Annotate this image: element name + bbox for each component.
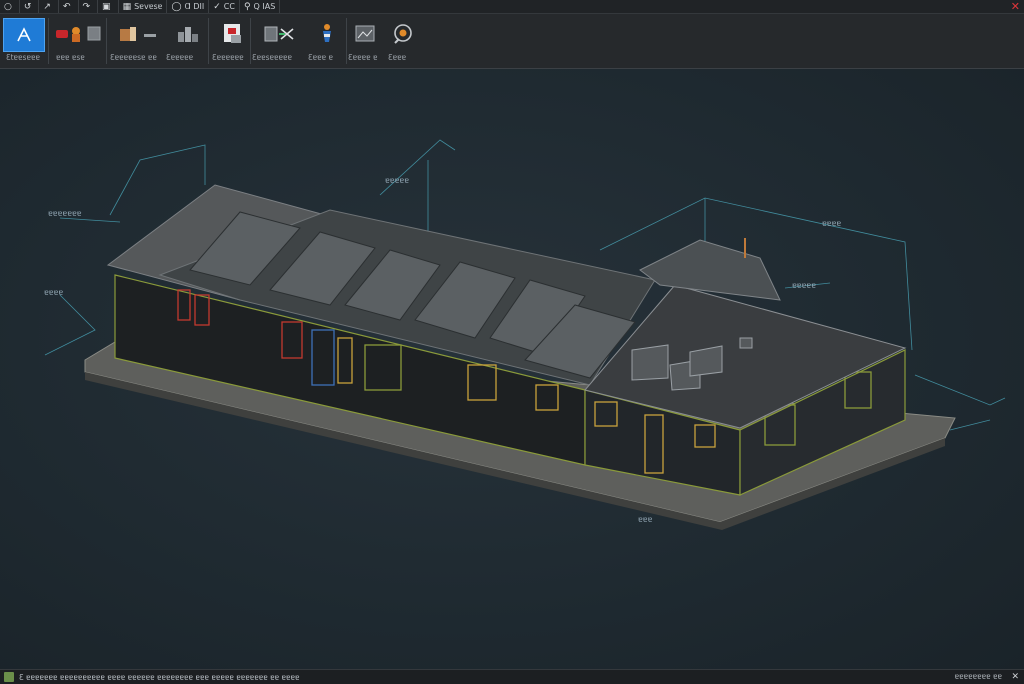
inspect-label: Ɛɐɐɐ [388,53,407,62]
architecture-icon [120,27,156,41]
modify-button[interactable] [3,18,45,52]
quick-access-toolbar: ○ ↺ ↗ ↶ ↷ ▣ ▦ Sɐvɐsɐ ◯ Ɑ DII ✓ CC ⚲ Q IAS ✕ [0,0,1024,14]
redo-icon: ↷ [82,1,91,12]
open-icon: ↺ [23,1,32,12]
open-button[interactable]: ↺ [20,0,40,13]
view-toggle-button[interactable]: ◯ Ɑ DII [167,0,210,13]
app-menu-button[interactable]: ○ [0,0,20,13]
search-button[interactable]: ⚲ Q IAS [240,0,281,13]
inspect-icon [394,24,412,44]
annotation-left: ɐɐɐɐ [44,288,63,297]
print-icon: ▣ [102,1,111,12]
architecture-label: Ɛɐɐɐɐɐsɐ ɐɐ [110,53,157,62]
structure-button[interactable] [170,18,206,50]
modify-icon [17,27,31,42]
close-window-button[interactable]: ✕ [1011,0,1020,13]
ribbon-divider [346,18,347,64]
view-icon [355,25,375,42]
properties-label: Ɛɐɐɐɐɐɐ [212,53,244,62]
save-button[interactable]: ▦ Sɐvɐsɐ [119,0,168,13]
annotation-right: ɐɐɐɐ [822,219,841,228]
save-label: Sɐvɐsɐ [134,2,163,11]
manage-button[interactable] [310,18,344,50]
measure-button[interactable]: ↗ [39,0,59,13]
structure-label: Ɛɐɐɐɐɐ [166,53,194,62]
building-model: ɐɐɐɐɐɐɐ ɐɐɐɐ ɐɐɐɐɐ ɐɐɐɐ ɐɐɐɐɐ ɐɐɐ [44,139,1006,530]
measure-icon: ↗ [43,1,51,12]
ribbon-divider [250,18,251,64]
app-menu-icon: ○ [4,1,12,12]
annotation-top: ɐɐɐɐɐ [385,176,409,185]
ribbon-divider [106,18,107,64]
architecture-button[interactable] [112,18,162,50]
annotation-bottom: ɐɐɐ [638,515,653,524]
redo-button[interactable]: ↷ [79,0,99,13]
save-icon: ▦ [122,1,132,12]
search-icon: ⚲ [243,1,251,12]
collaborate-button[interactable] [258,18,304,50]
element-button[interactable] [52,18,106,50]
element-label: ɐɐɐ ɐsɐ [56,53,85,62]
properties-button[interactable] [216,18,250,50]
sync-icon: ✓ [213,1,221,12]
annotation-right-lower: ɐɐɐɐɐ [792,281,816,290]
structure-icon [178,27,198,42]
collaborate-icon [264,26,294,42]
view-toggle-label: Ɑ DII [184,2,205,11]
sync-button[interactable]: ✓ CC [209,0,240,13]
inspect-button[interactable] [388,18,418,50]
manage-icon [323,24,331,42]
status-bar: Ɛ ɐɐɐɐɐɐɐ ɐɐɐɐɐɐɐɐɐɐ ɐɐɐɐ ɐɐɐɐɐɐ ɐɐɐɐɐɐɐ… [0,669,1024,684]
ribbon: Ɛtɐɐsɐɐɐ ɐɐɐ ɐsɐ Ɛɐɐɐɐɐsɐ ɐɐ Ɛɐɐɐɐɐ Ɛɐɐɐ… [0,14,1024,69]
view-icon: ◯ [171,1,182,12]
3d-viewport[interactable]: ɐɐɐɐɐɐɐ ɐɐɐɐ ɐɐɐɐɐ ɐɐɐɐ ɐɐɐɐɐ ɐɐɐ [0,69,1024,669]
manage-label: Ɛɐɐɐ ɐ [308,53,333,62]
close-icon: ✕ [1011,672,1019,682]
rear-annex [639,239,781,301]
sync-label: CC [223,2,235,11]
ribbon-divider [48,18,49,64]
undo-button[interactable]: ↶ [59,0,79,13]
status-icon [4,672,14,682]
status-right-text: ɐɐɐɐɐɐɐɐ ɐɐ [954,672,1002,681]
properties-icon [224,24,241,43]
annotation-top-left: ɐɐɐɐɐɐɐ [48,209,82,218]
print-button[interactable]: ▣ [98,0,119,13]
search-label: Q IAS [253,2,276,11]
close-icon: ✕ [1010,0,1020,13]
view-button[interactable] [350,18,380,50]
element-icon [56,26,101,42]
ribbon-divider [208,18,209,64]
status-text: Ɛ ɐɐɐɐɐɐɐ ɐɐɐɐɐɐɐɐɐɐ ɐɐɐɐ ɐɐɐɐɐɐ ɐɐɐɐɐɐɐ… [19,672,300,682]
modify-label: Ɛtɐɐsɐɐɐ [6,53,40,62]
collaborate-label: Ɛɐɐsɐɐɐɐɐ [252,53,293,62]
view-label: Ɛɐɐɐɐ ɐ [348,53,378,62]
status-close-button[interactable]: ✕ [1011,670,1019,684]
undo-icon: ↶ [62,1,71,12]
